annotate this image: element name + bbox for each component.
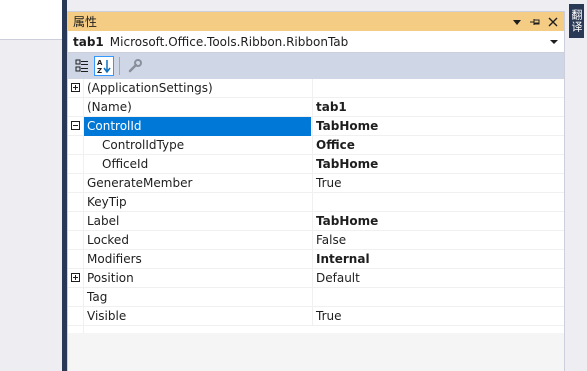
property-value[interactable] (312, 288, 564, 307)
property-row[interactable]: Modifiers Internal (68, 250, 564, 269)
property-value[interactable]: TabHome (312, 212, 564, 231)
property-name[interactable]: Tag (84, 288, 311, 307)
property-value[interactable]: tab1 (312, 98, 564, 117)
property-row[interactable]: Tag (68, 288, 564, 307)
property-value[interactable]: TabHome (312, 155, 564, 174)
object-type: Microsoft.Office.Tools.Ribbon.RibbonTab (109, 34, 349, 49)
alphabetical-button[interactable]: A Z (94, 56, 114, 76)
property-name[interactable]: (ApplicationSettings) (84, 79, 311, 98)
property-row[interactable]: KeyTip (68, 193, 564, 212)
auto-hide-button[interactable] (528, 15, 542, 29)
property-pages-button[interactable] (125, 56, 145, 76)
property-name[interactable]: Visible (84, 307, 311, 326)
close-icon (548, 17, 558, 26)
property-row[interactable]: (ApplicationSettings) (68, 79, 564, 98)
editor-tab-strip (0, 0, 62, 40)
expand-plus-icon[interactable] (71, 83, 80, 92)
property-row[interactable]: Position Default (68, 269, 564, 288)
property-name[interactable]: ControlId (84, 117, 311, 136)
property-value[interactable]: Office (312, 136, 564, 155)
categorized-icon (75, 59, 88, 72)
property-name[interactable]: Locked (84, 231, 311, 250)
property-row[interactable]: Visible True (68, 307, 564, 326)
property-value[interactable]: Default (312, 269, 564, 288)
property-row[interactable]: Label TabHome (68, 212, 564, 231)
property-name[interactable]: (Name) (84, 98, 311, 117)
svg-text:A: A (97, 59, 103, 67)
properties-toolbar: A Z (68, 53, 564, 79)
wrench-icon (128, 59, 142, 73)
property-row[interactable]: ControlIdType Office (68, 136, 564, 155)
pin-icon (530, 18, 540, 25)
object-name: tab1 (73, 34, 104, 49)
sort-alphabetical-icon: A Z (97, 59, 111, 74)
property-name[interactable]: Modifiers (84, 250, 311, 269)
close-button[interactable] (546, 15, 560, 29)
property-row[interactable]: GenerateMember True (68, 174, 564, 193)
property-row[interactable]: OfficeId TabHome (68, 155, 564, 174)
property-row[interactable]: (Name) tab1 (68, 98, 564, 117)
property-row[interactable]: ControlId TabHome (68, 117, 564, 136)
properties-title-bar[interactable]: 属性 (68, 12, 564, 31)
property-name[interactable]: KeyTip (84, 193, 311, 212)
property-row[interactable]: Locked False (68, 231, 564, 250)
property-name[interactable]: GenerateMember (84, 174, 311, 193)
dropdown-arrow-icon (513, 19, 521, 25)
object-selector[interactable]: tab1 Microsoft.Office.Tools.Ribbon.Ribbo… (68, 31, 564, 53)
property-value[interactable]: TabHome (312, 117, 564, 136)
property-name[interactable]: Position (84, 269, 311, 288)
property-name[interactable]: ControlIdType (84, 136, 311, 155)
property-value[interactable]: True (312, 307, 564, 326)
object-selector-dropdown[interactable] (548, 36, 560, 48)
property-name[interactable]: OfficeId (84, 155, 311, 174)
editor-area (0, 0, 62, 371)
collapse-minus-icon[interactable] (71, 121, 80, 130)
property-name[interactable]: Label (84, 212, 311, 231)
properties-window: 属性 tab1 Microsoft.Office.Tools.Ribbon.Ri… (67, 11, 565, 371)
property-value[interactable] (312, 193, 564, 212)
property-value[interactable]: True (312, 174, 564, 193)
chevron-down-icon (550, 40, 558, 44)
right-tool-tabs: 翻译 (565, 0, 587, 371)
svg-text:Z: Z (97, 67, 102, 74)
expand-plus-icon[interactable] (71, 273, 80, 282)
translate-side-tab[interactable]: 翻译 (569, 4, 584, 38)
title-buttons (510, 12, 560, 31)
property-value[interactable]: Internal (312, 250, 564, 269)
categorized-button[interactable] (72, 56, 92, 76)
property-value[interactable]: False (312, 231, 564, 250)
toolbar-separator (119, 57, 120, 75)
property-value[interactable] (312, 79, 564, 98)
window-menu-button[interactable] (510, 15, 524, 29)
property-grid: (ApplicationSettings) (Name) tab1 ControlId… (68, 79, 564, 333)
properties-title: 属性 (73, 15, 98, 29)
